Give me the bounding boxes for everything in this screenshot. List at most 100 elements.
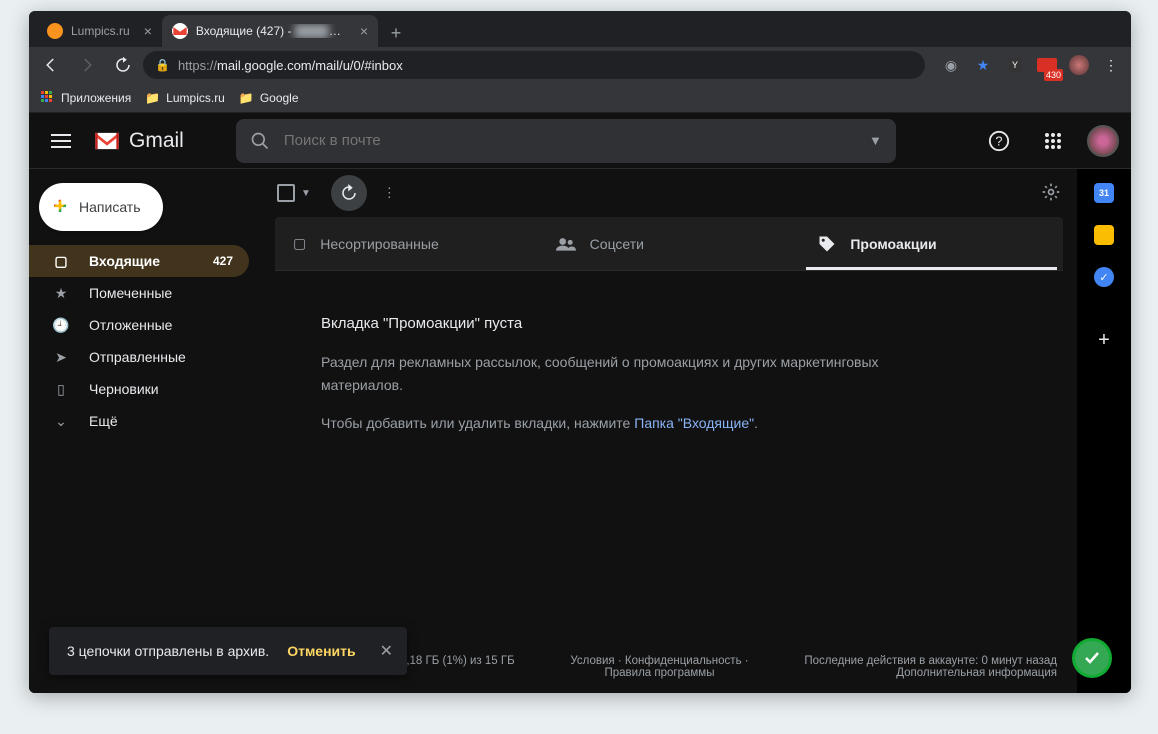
activity-details-link[interactable]: Дополнительная информация — [896, 667, 1057, 679]
nav-drafts[interactable]: ▯ Черновики — [29, 373, 249, 405]
extension-badge: 430 — [1044, 69, 1063, 81]
inbox-settings-link[interactable]: Папка "Входящие" — [634, 415, 754, 431]
select-all-checkbox[interactable] — [277, 184, 295, 202]
get-addons-button[interactable]: + — [1098, 329, 1110, 352]
favicon-icon — [47, 23, 63, 39]
apps-grid-icon — [41, 91, 55, 105]
reload-button[interactable] — [107, 49, 139, 81]
sidebar: + Написать ▢ Входящие 427 ★ Помеченные 🕘 — [29, 169, 261, 693]
main-menu-button[interactable] — [41, 121, 81, 161]
more-actions-button[interactable]: ⋮ — [383, 185, 396, 201]
footer-links: Условия · Конфиденциальность · Правила п… — [570, 655, 748, 679]
calendar-addon-icon[interactable]: 31 — [1094, 183, 1114, 203]
gmail-brand-text: Gmail — [129, 129, 184, 153]
empty-body: Раздел для рекламных рассылок, сообщений… — [321, 351, 881, 399]
nav-inbox[interactable]: ▢ Входящие 427 — [29, 245, 249, 277]
nav-list: ▢ Входящие 427 ★ Помеченные 🕘 Отложенные… — [29, 245, 261, 437]
compose-button[interactable]: + Написать — [39, 183, 163, 231]
folder-icon: 📁 — [239, 91, 254, 105]
new-tab-button[interactable]: + — [382, 19, 410, 47]
search-options-icon[interactable]: ▼ — [869, 133, 882, 148]
clock-icon: 🕘 — [51, 317, 71, 334]
activity-text: Последние действия в аккаунте: 0 минут н… — [804, 655, 1057, 679]
address-bar[interactable]: 🔒 https://mail.google.com/mail/u/0/#inbo… — [143, 51, 925, 79]
star-icon: ★ — [51, 285, 71, 302]
search-box[interactable]: ▼ — [236, 119, 896, 163]
tasks-addon-icon[interactable] — [1094, 267, 1114, 287]
support-button[interactable]: ? — [979, 121, 1019, 161]
search-input[interactable] — [284, 132, 855, 149]
bookmark-folder[interactable]: 📁 Lumpics.ru — [145, 91, 225, 105]
account-avatar[interactable] — [1087, 125, 1119, 157]
nav-more[interactable]: ⌄ Ещё — [29, 405, 249, 437]
tab-promotions[interactable]: Промоакции — [800, 217, 1063, 270]
gmail-header: Gmail ▼ ? — [29, 113, 1131, 169]
nav-forward-button[interactable] — [71, 49, 103, 81]
category-tabs: ▢ Несортированные Соцсети Промоакции — [275, 217, 1063, 271]
gmail-logo[interactable]: Gmail — [93, 129, 184, 153]
address-toolbar: 🔒 https://mail.google.com/mail/u/0/#inbo… — [29, 47, 1131, 83]
folder-icon: 📁 — [145, 91, 160, 105]
chevron-down-icon: ⌄ — [51, 413, 71, 430]
nav-label: Отложенные — [89, 317, 172, 333]
bookmark-folder[interactable]: 📁 Google — [239, 91, 299, 105]
empty-hint: Чтобы добавить или удалить вкладки, нажм… — [321, 412, 881, 436]
profile-avatar-icon[interactable] — [1067, 53, 1091, 77]
svg-text:?: ? — [995, 133, 1002, 148]
mail-toolbar: ▼ ⋮ — [261, 169, 1077, 217]
tab-label: Входящие (427) - ████████ — [196, 24, 346, 38]
tab-close-icon[interactable]: × — [360, 23, 368, 39]
nav-label: Входящие — [89, 253, 160, 269]
tab-label: Lumpics.ru — [71, 24, 130, 38]
nav-back-button[interactable] — [35, 49, 67, 81]
toast-close-button[interactable]: ✕ — [380, 641, 393, 661]
tab-close-icon[interactable]: × — [144, 23, 152, 39]
shield-check-icon — [1084, 652, 1100, 664]
compose-label: Написать — [79, 199, 140, 215]
plus-icon: + — [53, 193, 67, 221]
tab-social[interactable]: Соцсети — [538, 217, 801, 270]
toolbar-extensions: ◉ ★ Y 430 ⋮ — [937, 53, 1125, 77]
google-apps-button[interactable] — [1033, 121, 1073, 161]
bookmarks-bar: Приложения 📁 Lumpics.ru 📁 Google — [29, 83, 1131, 113]
bookmark-label: Приложения — [61, 91, 131, 105]
nav-label: Отправленные — [89, 349, 186, 365]
browser-tab-active[interactable]: Входящие (427) - ████████ × — [162, 15, 378, 47]
send-icon: ➤ — [51, 349, 71, 366]
bookmark-star-icon[interactable]: ★ — [971, 53, 995, 77]
select-dropdown-icon[interactable]: ▼ — [301, 188, 311, 199]
settings-button[interactable] — [1041, 182, 1061, 205]
people-icon — [556, 236, 576, 252]
tab-strip: Lumpics.ru × Входящие (427) - ████████ ×… — [29, 11, 1131, 47]
extension-icon[interactable]: Y — [1003, 53, 1027, 77]
nav-starred[interactable]: ★ Помеченные — [29, 277, 249, 309]
empty-state: Вкладка "Промоакции" пуста Раздел для ре… — [321, 311, 881, 436]
file-icon: ▯ — [51, 381, 71, 398]
favicon-icon — [172, 23, 188, 39]
undo-button[interactable]: Отменить — [287, 643, 355, 659]
tab-primary[interactable]: ▢ Несортированные — [275, 217, 538, 270]
nav-label: Ещё — [89, 413, 118, 429]
privacy-link[interactable]: Конфиденциальность — [625, 655, 742, 667]
undo-toast: 3 цепочки отправлены в архив. Отменить ✕ — [49, 627, 407, 675]
lock-icon: 🔒 — [155, 58, 170, 72]
refresh-button[interactable] — [331, 175, 367, 211]
nav-count: 427 — [213, 254, 233, 268]
eye-icon[interactable]: ◉ — [939, 53, 963, 77]
gmail-notifier-icon[interactable]: 430 — [1035, 53, 1059, 77]
apps-shortcut[interactable]: Приложения — [41, 91, 131, 105]
tab-label: Промоакции — [850, 236, 936, 252]
browser-menu-icon[interactable]: ⋮ — [1099, 53, 1123, 77]
terms-link[interactable]: Условия — [570, 655, 614, 667]
status-ok-badge[interactable] — [1075, 641, 1109, 675]
gmail-body: + Написать ▢ Входящие 427 ★ Помеченные 🕘 — [29, 169, 1131, 693]
browser-tab[interactable]: Lumpics.ru × — [37, 15, 162, 47]
tab-label: Несортированные — [320, 236, 439, 252]
tag-icon — [818, 235, 836, 253]
keep-addon-icon[interactable] — [1094, 225, 1114, 245]
nav-label: Помеченные — [89, 285, 172, 301]
nav-snoozed[interactable]: 🕘 Отложенные — [29, 309, 249, 341]
nav-sent[interactable]: ➤ Отправленные — [29, 341, 249, 373]
policies-link[interactable]: Правила программы — [604, 667, 714, 679]
empty-title: Вкладка "Промоакции" пуста — [321, 311, 881, 337]
